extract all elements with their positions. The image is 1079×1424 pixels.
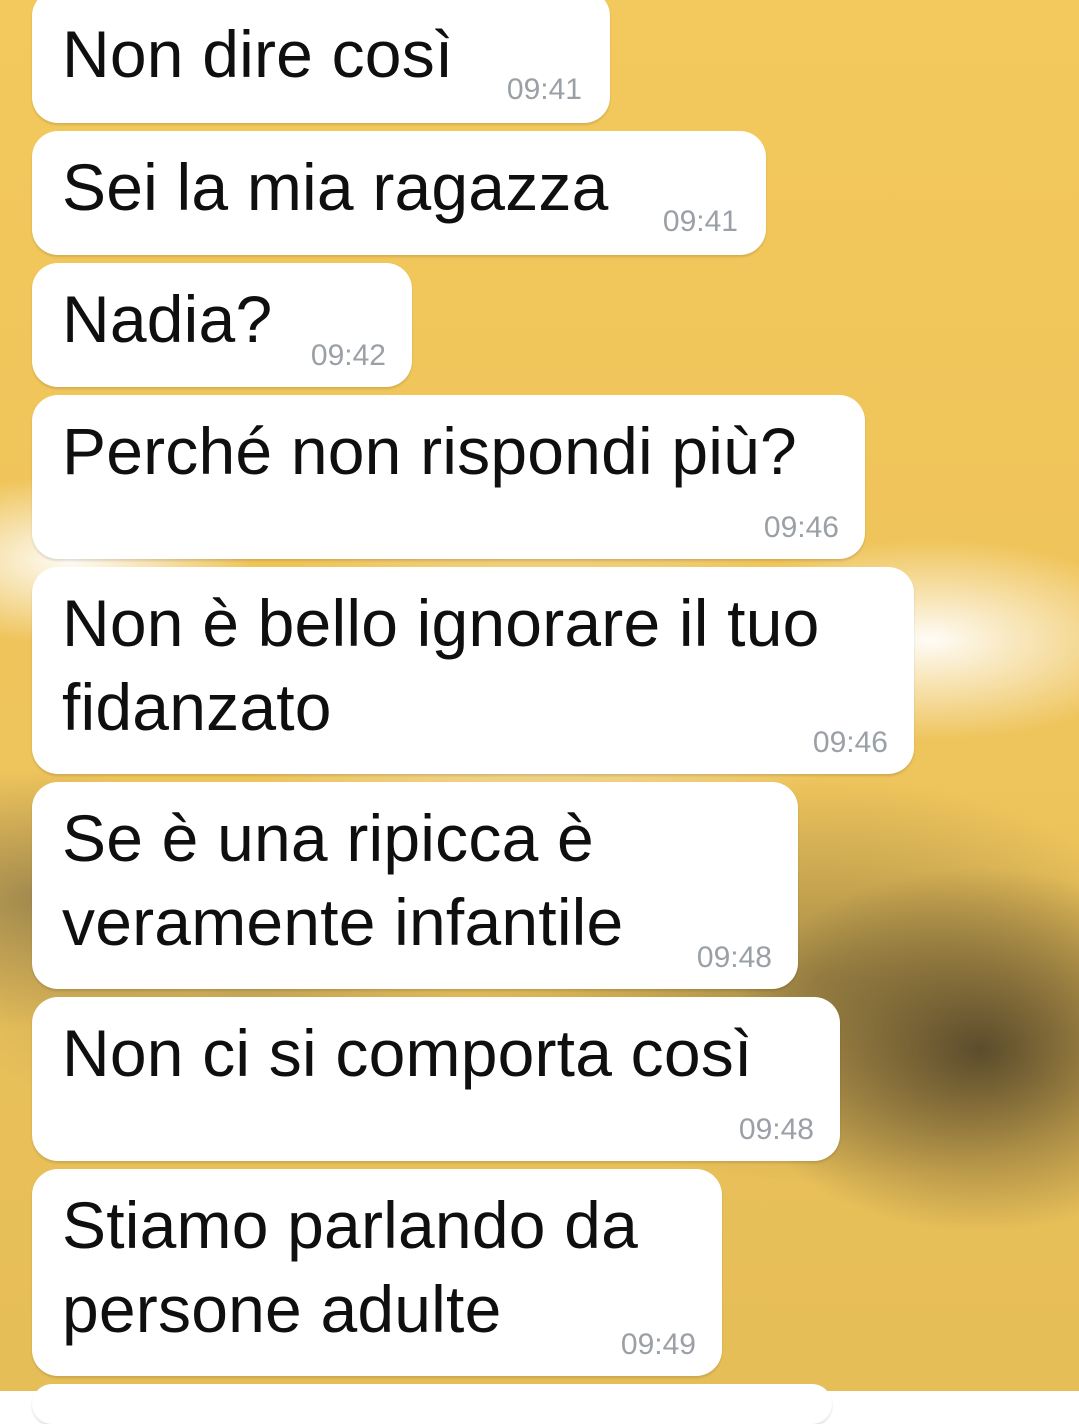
message-time: 09:42 [310, 339, 386, 372]
message-time: 09:46 [812, 726, 888, 759]
message-text: Se è una ripicca è veramente infantile [62, 801, 624, 959]
message-text: Perché non rispondi più? [62, 414, 797, 488]
message-bubble[interactable]: Sei la mia ragazza 09:41 [32, 131, 766, 255]
message-bubble[interactable]: Perché non rispondi più? 09:46 [32, 395, 865, 559]
message-bubble[interactable]: Nadia? 09:42 [32, 263, 412, 387]
message-time: 09:41 [662, 205, 738, 238]
message-time: 09:48 [696, 941, 772, 974]
message-text: Sei la mia ragazza [62, 150, 609, 224]
message-text: Non dire così [62, 17, 454, 91]
message-bubble[interactable]: Non ci si comporta così 09:48 [32, 997, 840, 1161]
message-time: 09:49 [620, 1328, 696, 1361]
message-bubble[interactable]: Se è una ripicca è veramente infantile 0… [32, 782, 798, 989]
message-bubble[interactable]: Stiamo parlando da persone adulte 09:49 [32, 1169, 722, 1376]
message-bubble[interactable]: Non è bello ignorare il tuo fidanzato 09… [32, 567, 914, 774]
message-text: Stiamo parlando da persone adulte [62, 1188, 638, 1346]
message-bubble[interactable]: Non dire così 09:41 [32, 0, 610, 123]
message-text: Non è bello ignorare il tuo fidanzato [62, 586, 820, 744]
message-text: Non ci si comporta così [62, 1016, 753, 1090]
message-text: Nadia? [62, 282, 273, 356]
message-time: 09:48 [738, 1113, 814, 1146]
message-bubble-partial[interactable] [32, 1384, 832, 1424]
message-time: 09:41 [506, 73, 582, 106]
message-time: 09:46 [763, 511, 839, 544]
